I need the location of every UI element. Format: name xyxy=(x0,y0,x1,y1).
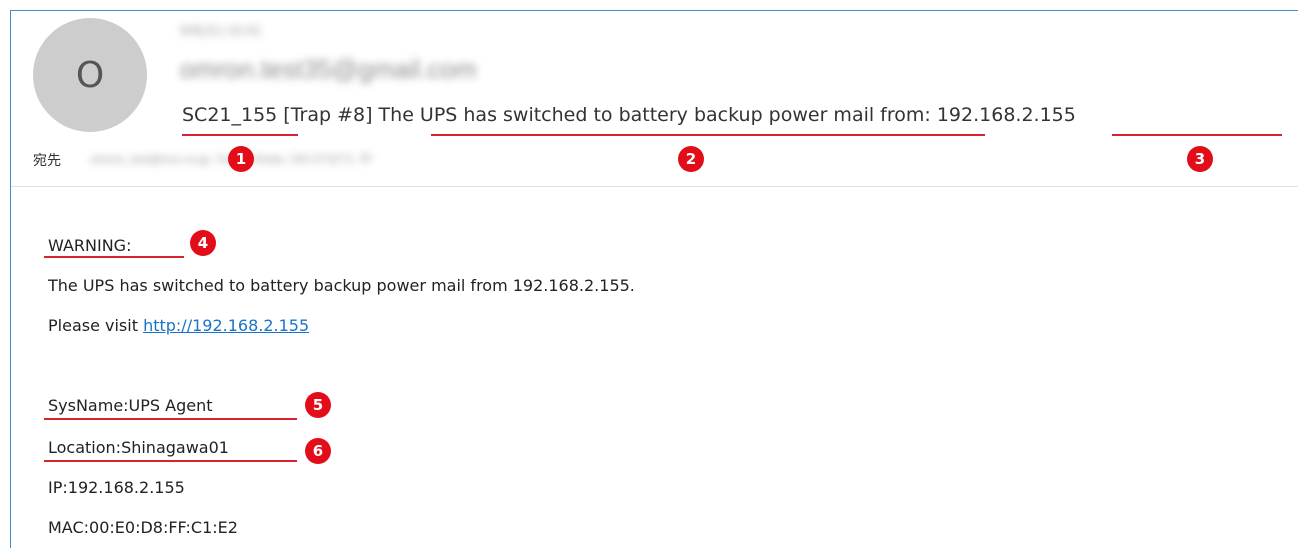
sender-address[interactable]: omron.test35@gmail.com xyxy=(180,54,477,85)
recipients-label: 宛先 xyxy=(33,153,61,169)
body-warning: WARNING: xyxy=(48,236,132,255)
body-visit-line: Please visit http://192.168.2.155 xyxy=(48,316,309,335)
annotation-underline-5 xyxy=(44,418,297,420)
email-subject: SC21_155 [Trap #8] The UPS has switched … xyxy=(182,104,1076,126)
annotation-badge-1: 1 xyxy=(228,146,254,172)
annotation-badge-4: 4 xyxy=(190,230,216,256)
annotation-badge-5: 5 xyxy=(305,392,331,418)
annotation-badge-2: 2 xyxy=(678,146,704,172)
annotation-underline-1 xyxy=(182,134,298,136)
annotation-underline-3 xyxy=(1112,134,1282,136)
annotation-underline-2 xyxy=(431,134,985,136)
visit-prefix: Please visit xyxy=(48,316,144,335)
body-mac: MAC:00:E0:D8:FF:C1:E2 xyxy=(48,518,238,537)
visit-link[interactable]: http://192.168.2.155 xyxy=(143,316,309,335)
annotation-badge-6: 6 xyxy=(305,438,331,464)
annotation-underline-4 xyxy=(44,256,184,258)
body-sysname: SysName:UPS Agent xyxy=(48,396,213,415)
header-divider xyxy=(11,186,1298,187)
body-ip: IP:192.168.2.155 xyxy=(48,478,185,497)
body-location: Location:Shinagawa01 xyxy=(48,438,229,457)
sender-avatar[interactable]: O xyxy=(33,18,147,132)
annotation-underline-6 xyxy=(44,460,297,462)
email-date: 9/9(火) 10:41 xyxy=(180,22,262,38)
annotation-badge-3: 3 xyxy=(1187,146,1213,172)
body-message: The UPS has switched to battery backup p… xyxy=(48,276,635,295)
